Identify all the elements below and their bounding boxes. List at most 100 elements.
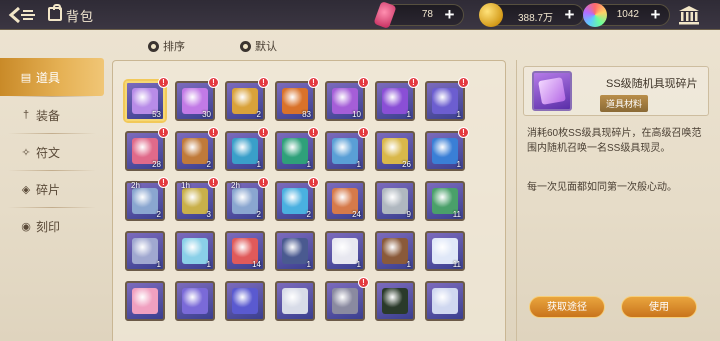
item-count: 11 [452,210,461,219]
item-slot[interactable]: 30! [175,77,219,121]
shard-icon: ◈ [21,183,31,196]
new-badge-icon: ! [308,77,319,88]
add-pink-crystal-button[interactable]: + [441,6,458,24]
new-badge-icon: ! [458,77,469,88]
item-icon [232,88,258,114]
tab-items[interactable]: ▤ 道具 [0,58,104,96]
item-count: 1 [206,260,211,269]
item-slot[interactable] [275,281,315,321]
item-icon [332,238,358,264]
bag-icon: ▤ [20,71,32,84]
item-slot[interactable]: 1 [325,231,365,271]
item-slot[interactable]: 28! [125,127,169,171]
item-slot[interactable]: 2! [175,127,219,171]
item-count: 30 [202,110,211,119]
tab-runes[interactable]: ✧ 符文 [0,134,104,170]
item-name: SS级随机具现碎片 [606,78,698,90]
add-rainbow-orb-button[interactable]: + [647,6,664,24]
item-slot[interactable]: 2h 2! [125,177,169,221]
use-button[interactable]: 使用 [621,296,697,318]
add-gold-button[interactable]: + [561,6,578,24]
item-slot[interactable]: 1! [375,77,419,121]
back-button[interactable] [4,2,40,28]
item-slot[interactable]: 14 [225,231,265,271]
item-slot[interactable]: 24 [325,181,365,221]
item-count: 2 [306,210,311,219]
new-badge-icon: ! [158,127,169,138]
get-source-button[interactable]: 获取途径 [529,296,605,318]
bag-icon [48,4,62,21]
new-badge-icon: ! [158,77,169,88]
item-slot[interactable] [425,281,465,321]
item-slot[interactable]: 1 [375,231,415,271]
item-slot[interactable] [375,281,415,321]
item-slot[interactable]: 2! [225,77,269,121]
item-slot[interactable]: 2! [275,177,319,221]
tab-seals[interactable]: ◉ 刻印 [0,208,104,244]
item-slot[interactable]: 1! [275,127,319,171]
item-count: 2 [206,160,211,169]
item-icon [232,138,258,164]
sort-button[interactable]: 排序 [148,38,185,54]
item-count: 1 [306,260,311,269]
new-badge-icon: ! [308,127,319,138]
item-slot[interactable]: 2h 2! [225,177,269,221]
sort-label: 排序 [163,41,185,53]
radio-icon [240,40,251,52]
item-slot[interactable]: 1 [125,231,165,271]
item-slot[interactable]: 1h 3! [175,177,219,221]
item-icon [182,188,208,214]
item-slot[interactable] [125,281,165,321]
item-slot[interactable]: 1! [425,127,469,171]
item-slot[interactable]: 1 [275,231,315,271]
item-slot[interactable]: 1! [225,127,269,171]
new-badge-icon: ! [358,277,369,288]
item-slot[interactable]: 26 [375,131,415,171]
item-count: 1 [356,160,361,169]
item-icon [282,238,308,264]
item-timer: 2h [131,181,140,190]
item-slot[interactable]: 11 [425,231,465,271]
item-icon [332,288,358,314]
new-badge-icon: ! [408,77,419,88]
item-slot[interactable]: 1! [325,127,369,171]
item-count: 53 [152,110,161,119]
rune-icon: ✧ [21,146,31,159]
default-sort-button[interactable]: 默认 [240,38,277,54]
new-badge-icon: ! [358,77,369,88]
item-count: 1 [456,160,461,169]
sort-icon [148,40,159,52]
item-slot[interactable]: 83! [275,77,319,121]
new-badge-icon: ! [258,177,269,188]
bank-icon[interactable] [678,5,700,25]
item-slot[interactable] [175,281,215,321]
item-icon [432,288,458,314]
resource-value: 388.7万 [517,13,553,24]
tab-shards[interactable]: ◈ 碎片 [0,171,104,207]
top-bar: 背包 78 + 388.7万 + 1042 + [0,0,720,30]
item-slot[interactable]: 11 [425,181,465,221]
item-icon [382,88,408,114]
tab-label: 碎片 [36,182,61,197]
new-badge-icon: ! [358,127,369,138]
item-slot[interactable]: ! [325,277,369,321]
item-slot[interactable]: 1! [425,77,469,121]
item-slot[interactable] [225,281,265,321]
sword-icon: † [22,109,30,121]
sort-bar: 排序 默认 [116,34,516,56]
item-count: 1 [256,160,261,169]
item-icon [282,188,308,214]
item-slot[interactable]: 53! [125,77,169,121]
item-icon [382,288,408,314]
item-icon [432,138,458,164]
new-badge-icon: ! [208,77,219,88]
item-slot[interactable]: 10! [325,77,369,121]
item-slot[interactable]: 1 [175,231,215,271]
item-slot[interactable]: 9 [375,181,415,221]
tab-equipment[interactable]: † 装备 [0,97,104,133]
tab-label: 装备 [36,108,61,123]
item-timer: 1h [181,181,190,190]
item-flavor-text: 每一次见面都如同第一次般心动。 [527,182,677,193]
item-count: 26 [402,160,411,169]
item-count: 9 [406,210,411,219]
